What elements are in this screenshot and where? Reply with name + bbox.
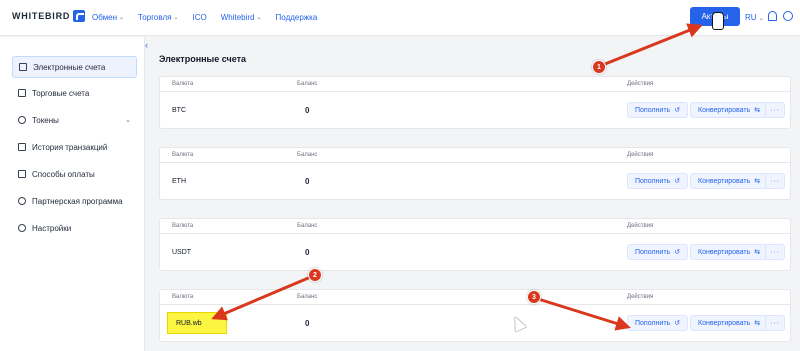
balance-value: 0	[305, 177, 310, 186]
column-actions: Действия	[627, 223, 654, 229]
sidebar-item-label: Торговые счета	[32, 88, 90, 98]
currency-name: BTC	[172, 107, 186, 114]
convert-arrows-icon: ⇆	[754, 320, 761, 327]
sidebar-item-tokens[interactable]: Токены ⌄	[12, 109, 137, 131]
balance-value: 0	[305, 106, 310, 115]
table-row: BTC 0 Пополнить ↺ Конвертировать ⇆ ···	[160, 92, 790, 130]
convert-button[interactable]: Конвертировать ⇆	[690, 244, 769, 260]
bell-icon[interactable]	[768, 11, 777, 21]
deposit-button[interactable]: Пополнить ↺	[627, 244, 689, 260]
convert-button[interactable]: Конвертировать ⇆	[690, 102, 769, 118]
wallet-icon	[19, 63, 27, 71]
partner-icon	[18, 197, 26, 205]
sidebar-item-label: История транзакций	[32, 142, 108, 152]
deposit-button[interactable]: Пополнить ↺	[627, 173, 689, 189]
logo-text: WHITEBIRD	[12, 11, 71, 21]
column-actions: Действия	[627, 81, 654, 87]
sidebar-item-payment-methods[interactable]: Способы оплаты	[12, 163, 137, 185]
balance-value: 0	[305, 319, 310, 328]
convert-button[interactable]: Конвертировать ⇆	[690, 173, 769, 189]
balance-value: 0	[305, 248, 310, 257]
logo-mark-icon	[73, 10, 86, 22]
collapse-sidebar-icon[interactable]: ‹	[145, 40, 148, 50]
sidebar-item-label: Способы оплаты	[32, 169, 95, 179]
currency-name-highlighted: RUB.wb	[167, 312, 227, 334]
account-card-rub: Валюта Баланс Действия RUB.wb 0 Пополнит…	[159, 289, 791, 342]
more-button[interactable]: ···	[765, 315, 785, 331]
account-card-usdt: Валюта Баланс Действия USDT 0 Пополнить ↺…	[159, 218, 791, 271]
nav-ico[interactable]: ICO	[192, 13, 206, 22]
column-currency: Валюта	[172, 294, 194, 300]
table-header: Валюта Баланс Действия	[160, 77, 790, 92]
sidebar-item-trading-accounts[interactable]: Торговые счета	[12, 82, 137, 104]
table-header: Валюта Баланс Действия	[160, 219, 790, 234]
top-navigation-bar: WHITEBIRD Обмен ⌄ Торговля ⌄ ICO Whitebird…	[0, 0, 800, 36]
main-menu: Обмен ⌄ Торговля ⌄ ICO Whitebird ⌄ Поддержк…	[92, 13, 317, 22]
column-balance: Баланс	[297, 152, 318, 158]
nav-whitebird[interactable]: Whitebird ⌄	[221, 13, 262, 22]
sidebar: Электронные счета Торговые счета Токены …	[0, 37, 145, 351]
history-icon	[18, 143, 26, 151]
column-currency: Валюта	[172, 223, 194, 229]
column-balance: Баланс	[297, 81, 318, 87]
deposit-icon: ↺	[674, 107, 681, 114]
table-row: RUB.wb 0 Пополнить ↺ Конвертировать ⇆ ···	[160, 305, 790, 343]
chevron-down-icon: ⌄	[125, 117, 131, 124]
payment-icon	[18, 170, 26, 178]
convert-arrows-icon: ⇆	[754, 249, 761, 256]
sidebar-item-label: Электронные счета	[33, 62, 106, 72]
sidebar-item-label: Токены	[32, 115, 59, 125]
convert-arrows-icon: ⇆	[754, 107, 761, 114]
table-header: Валюта Баланс Действия	[160, 148, 790, 163]
page-title: Электронные счета	[159, 54, 247, 64]
deposit-button[interactable]: Пополнить ↺	[627, 315, 689, 331]
chevron-down-icon: ⌄	[173, 15, 179, 21]
account-card-eth: Валюта Баланс Действия ETH 0 Пополнить ↺ …	[159, 147, 791, 200]
column-balance: Баланс	[297, 294, 318, 300]
sidebar-item-settings[interactable]: Настройки	[12, 217, 137, 239]
annotation-badge-1: 1	[592, 60, 606, 74]
nav-exchange[interactable]: Обмен ⌄	[92, 13, 124, 22]
column-balance: Баланс	[297, 223, 318, 229]
tokens-icon	[18, 116, 26, 124]
deposit-icon: ↺	[674, 320, 681, 327]
table-row: ETH 0 Пополнить ↺ Конвертировать ⇆ ···	[160, 163, 790, 201]
column-currency: Валюта	[172, 81, 194, 87]
chevron-down-icon: ⌄	[119, 15, 125, 21]
table-row: USDT 0 Пополнить ↺ Конвертировать ⇆ ···	[160, 234, 790, 272]
deposit-icon: ↺	[674, 249, 681, 256]
account-card-btc: Валюта Баланс Действия BTC 0 Пополнить ↺ …	[159, 76, 791, 129]
currency-name: ETH	[172, 178, 186, 185]
column-actions: Действия	[627, 294, 654, 300]
hand-cursor-icon	[712, 12, 724, 30]
convert-arrows-icon: ⇆	[754, 178, 761, 185]
gear-icon	[18, 224, 26, 232]
column-currency: Валюта	[172, 152, 194, 158]
nav-trading[interactable]: Торговля ⌄	[138, 13, 178, 22]
sidebar-item-e-accounts[interactable]: Электронные счета	[12, 56, 137, 78]
annotation-badge-2: 2	[308, 268, 322, 282]
user-icon[interactable]	[783, 11, 793, 21]
deposit-icon: ↺	[674, 178, 681, 185]
annotation-badge-3: 3	[527, 290, 541, 304]
whitebird-logo[interactable]: WHITEBIRD	[12, 10, 86, 22]
sidebar-item-label: Настройки	[32, 223, 72, 233]
nav-support[interactable]: Поддержка	[276, 13, 318, 22]
convert-button[interactable]: Конвертировать ⇆	[690, 315, 769, 331]
more-button[interactable]: ···	[765, 173, 785, 189]
main-content: Электронные счета Валюта Баланс Действия…	[150, 37, 800, 351]
more-button[interactable]: ···	[765, 102, 785, 118]
deposit-button[interactable]: Пополнить ↺	[627, 102, 689, 118]
more-button[interactable]: ···	[765, 244, 785, 260]
table-header: Валюта Баланс Действия	[160, 290, 790, 305]
sidebar-item-label: Партнерская программа	[32, 196, 123, 206]
chevron-down-icon: ⌄	[256, 15, 262, 21]
column-actions: Действия	[627, 152, 654, 158]
sidebar-item-partner-program[interactable]: Партнерская программа	[12, 190, 137, 212]
language-selector[interactable]: RU ⌄	[745, 13, 764, 22]
chart-icon	[18, 89, 26, 97]
currency-name: USDT	[172, 249, 192, 256]
chevron-down-icon: ⌄	[758, 16, 764, 22]
sidebar-item-history[interactable]: История транзакций	[12, 136, 137, 158]
